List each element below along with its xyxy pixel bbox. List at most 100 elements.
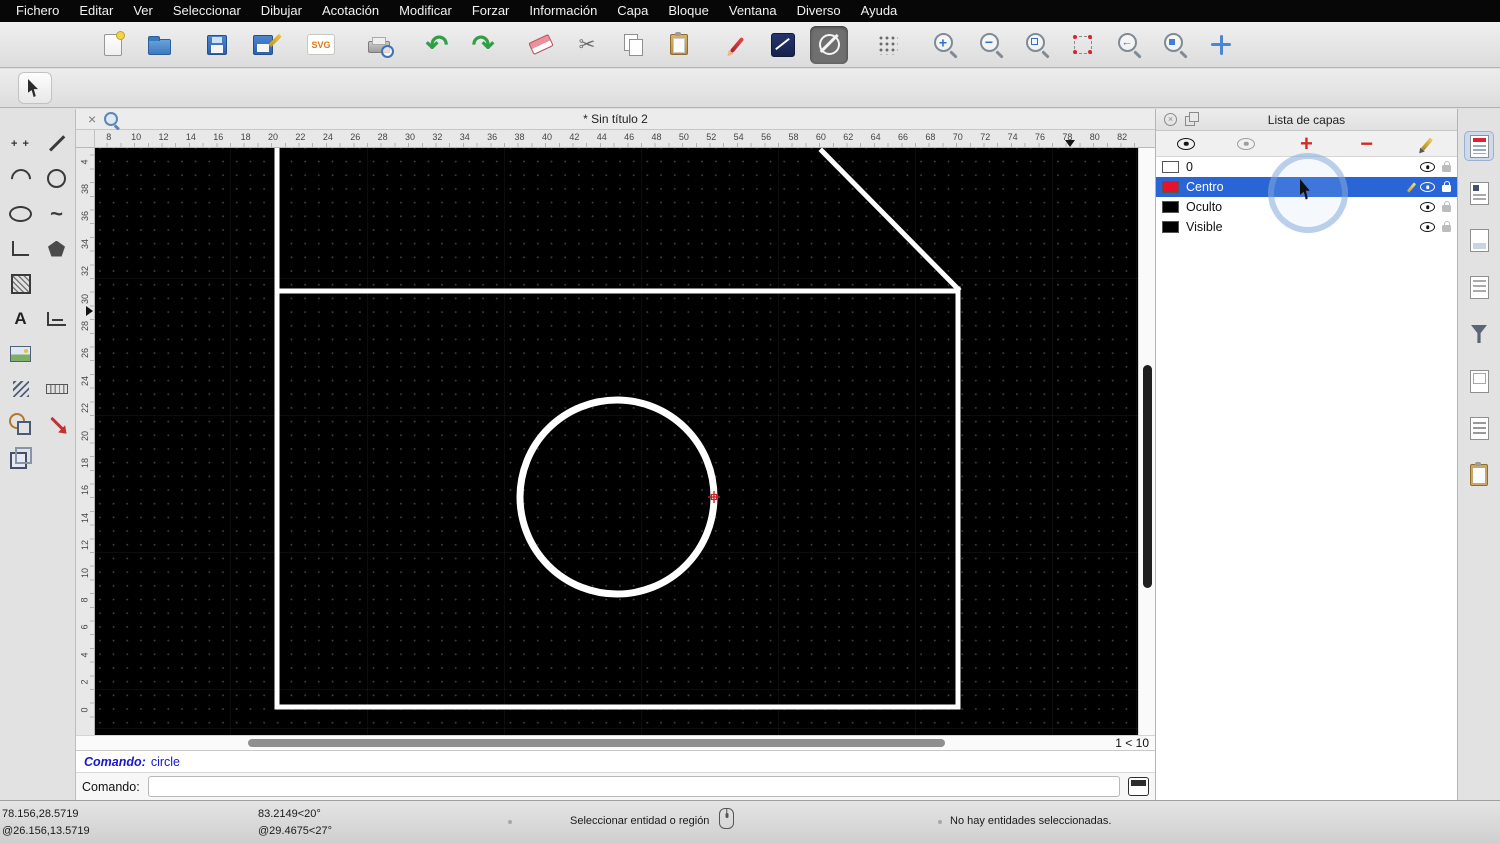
points-tool-icon[interactable]: + + (4, 127, 37, 160)
redo-icon[interactable] (464, 26, 502, 64)
zoom-previous-icon[interactable] (1110, 26, 1148, 64)
svg-export-icon[interactable]: SVG (302, 26, 340, 64)
menu-item[interactable]: Ayuda (851, 0, 908, 22)
pen-icon[interactable] (718, 26, 756, 64)
command-keyboard-toggle-button[interactable] (1128, 777, 1149, 796)
layer-lock-icon[interactable] (1442, 221, 1451, 232)
dock-library-icon[interactable] (1464, 225, 1494, 255)
horizontal-ruler-marker (1065, 140, 1075, 147)
menu-item[interactable]: Editar (69, 0, 123, 22)
layer-lock-icon[interactable] (1442, 161, 1451, 172)
pan-icon[interactable] (1202, 26, 1240, 64)
menu-item[interactable]: Ventana (719, 0, 787, 22)
add-layer-icon[interactable] (1291, 133, 1321, 154)
hatch-tool-icon[interactable] (4, 267, 37, 300)
select-tool-button[interactable] (18, 72, 52, 104)
polygon-tool-icon[interactable] (40, 232, 73, 265)
measure-tool-icon[interactable] (4, 372, 37, 405)
ellipse-tool-icon[interactable] (4, 197, 37, 230)
circle-tool-icon[interactable] (810, 25, 848, 64)
panel-close-button[interactable] (1162, 113, 1179, 126)
horizontal-scrollbar-thumb[interactable] (248, 739, 945, 747)
layer-visibility-eye-icon[interactable] (1420, 222, 1435, 232)
empty-slot[interactable] (40, 267, 73, 300)
layer-visibility-eye-icon[interactable] (1420, 162, 1435, 172)
dock-clipboard-icon[interactable] (1464, 460, 1494, 490)
image-tool-icon[interactable] (4, 337, 37, 370)
dimension-tool-icon[interactable] (40, 302, 73, 335)
menu-item[interactable]: Fichero (6, 0, 69, 22)
modify-tool-icon[interactable] (40, 407, 73, 440)
shapes-tool-icon[interactable] (4, 407, 37, 440)
menu-item[interactable]: Capa (607, 0, 658, 22)
box3d-tool-icon[interactable] (4, 442, 37, 475)
menu-item[interactable]: Forzar (462, 0, 520, 22)
layer-row[interactable]: 0 (1156, 157, 1457, 177)
zoom-out-icon[interactable] (972, 26, 1010, 64)
undo-icon[interactable] (418, 26, 456, 64)
edit-layer-icon[interactable] (1412, 133, 1442, 154)
copy-icon[interactable] (614, 26, 652, 64)
layer-lock-icon[interactable] (1442, 181, 1451, 192)
vertical-scrollbar-thumb[interactable] (1143, 365, 1152, 588)
tool-palette: + + ~ A (0, 109, 76, 800)
drawing-canvas[interactable] (95, 148, 1138, 735)
dock-filter-icon[interactable] (1464, 319, 1494, 349)
redo-icon (472, 34, 495, 56)
menu-item[interactable]: Acotación (312, 0, 389, 22)
zoom-in-icon[interactable] (926, 26, 964, 64)
ruler-tool-icon[interactable] (40, 372, 73, 405)
save-as-icon[interactable] (244, 26, 282, 64)
layer-row[interactable]: Oculto (1156, 197, 1457, 217)
paste-icon (670, 32, 688, 55)
menu-item[interactable]: Información (519, 0, 607, 22)
menu-item[interactable]: Diverso (787, 0, 851, 22)
panel-float-button[interactable] (1183, 112, 1199, 126)
zoom-auto-icon (1025, 33, 1045, 52)
layer-row[interactable]: Centro (1156, 177, 1457, 197)
zoom-window-icon[interactable] (1156, 26, 1194, 64)
layer-visibility-eye-icon[interactable] (1420, 182, 1435, 192)
menu-item[interactable]: Dibujar (251, 0, 312, 22)
close-tab-button[interactable] (84, 112, 100, 126)
menu-item[interactable]: Seleccionar (163, 0, 251, 22)
spline-tool-icon[interactable]: ~ (40, 197, 73, 230)
layer-row[interactable]: Visible (1156, 217, 1457, 237)
new-file-icon[interactable] (94, 26, 132, 64)
show-all-layers-icon[interactable] (1171, 133, 1201, 154)
dock-properties-icon[interactable] (1464, 366, 1494, 396)
dock-block-list-icon[interactable] (1464, 178, 1494, 208)
open-file-icon[interactable] (140, 26, 178, 64)
print-preview-icon[interactable] (360, 26, 398, 64)
menu-item[interactable]: Bloque (658, 0, 718, 22)
save-icon[interactable] (198, 26, 236, 64)
dock-layer-list-icon[interactable] (1464, 131, 1494, 161)
polyline-tool-icon[interactable] (4, 232, 37, 265)
tab-zoom-button[interactable] (100, 112, 122, 126)
zoom-auto-icon[interactable] (1018, 26, 1056, 64)
grid-snap-icon[interactable] (868, 26, 906, 64)
hide-unused-layers-icon[interactable] (1231, 133, 1261, 154)
dock-notes-icon[interactable] (1464, 413, 1494, 443)
command-input[interactable] (147, 776, 1120, 797)
menu-item[interactable]: Ver (123, 0, 163, 22)
zoom-redraw-icon[interactable] (1064, 26, 1102, 64)
text-tool-icon[interactable]: A (4, 302, 37, 335)
empty-slot[interactable] (40, 337, 73, 370)
selection-toolbar (0, 69, 1500, 108)
dock-command-widget-icon[interactable] (1464, 272, 1494, 302)
remove-layer-icon[interactable] (1352, 133, 1382, 154)
empty-slot[interactable] (40, 442, 73, 475)
layer-lock-icon[interactable] (1442, 201, 1451, 212)
cut-icon[interactable] (568, 26, 606, 64)
menu-item[interactable]: Modificar (389, 0, 462, 22)
zoom-redraw-icon (1073, 34, 1092, 54)
circle-draw-tool-icon[interactable] (40, 162, 73, 195)
layer-visibility-eye-icon[interactable] (1420, 202, 1435, 212)
line-tool-icon[interactable] (40, 127, 73, 160)
eraser-icon[interactable] (522, 26, 560, 64)
paste-icon[interactable] (660, 26, 698, 64)
line-style-icon[interactable] (764, 26, 802, 64)
dock-clipboard-icon (1470, 462, 1488, 486)
arc-tool-icon[interactable] (4, 162, 37, 195)
